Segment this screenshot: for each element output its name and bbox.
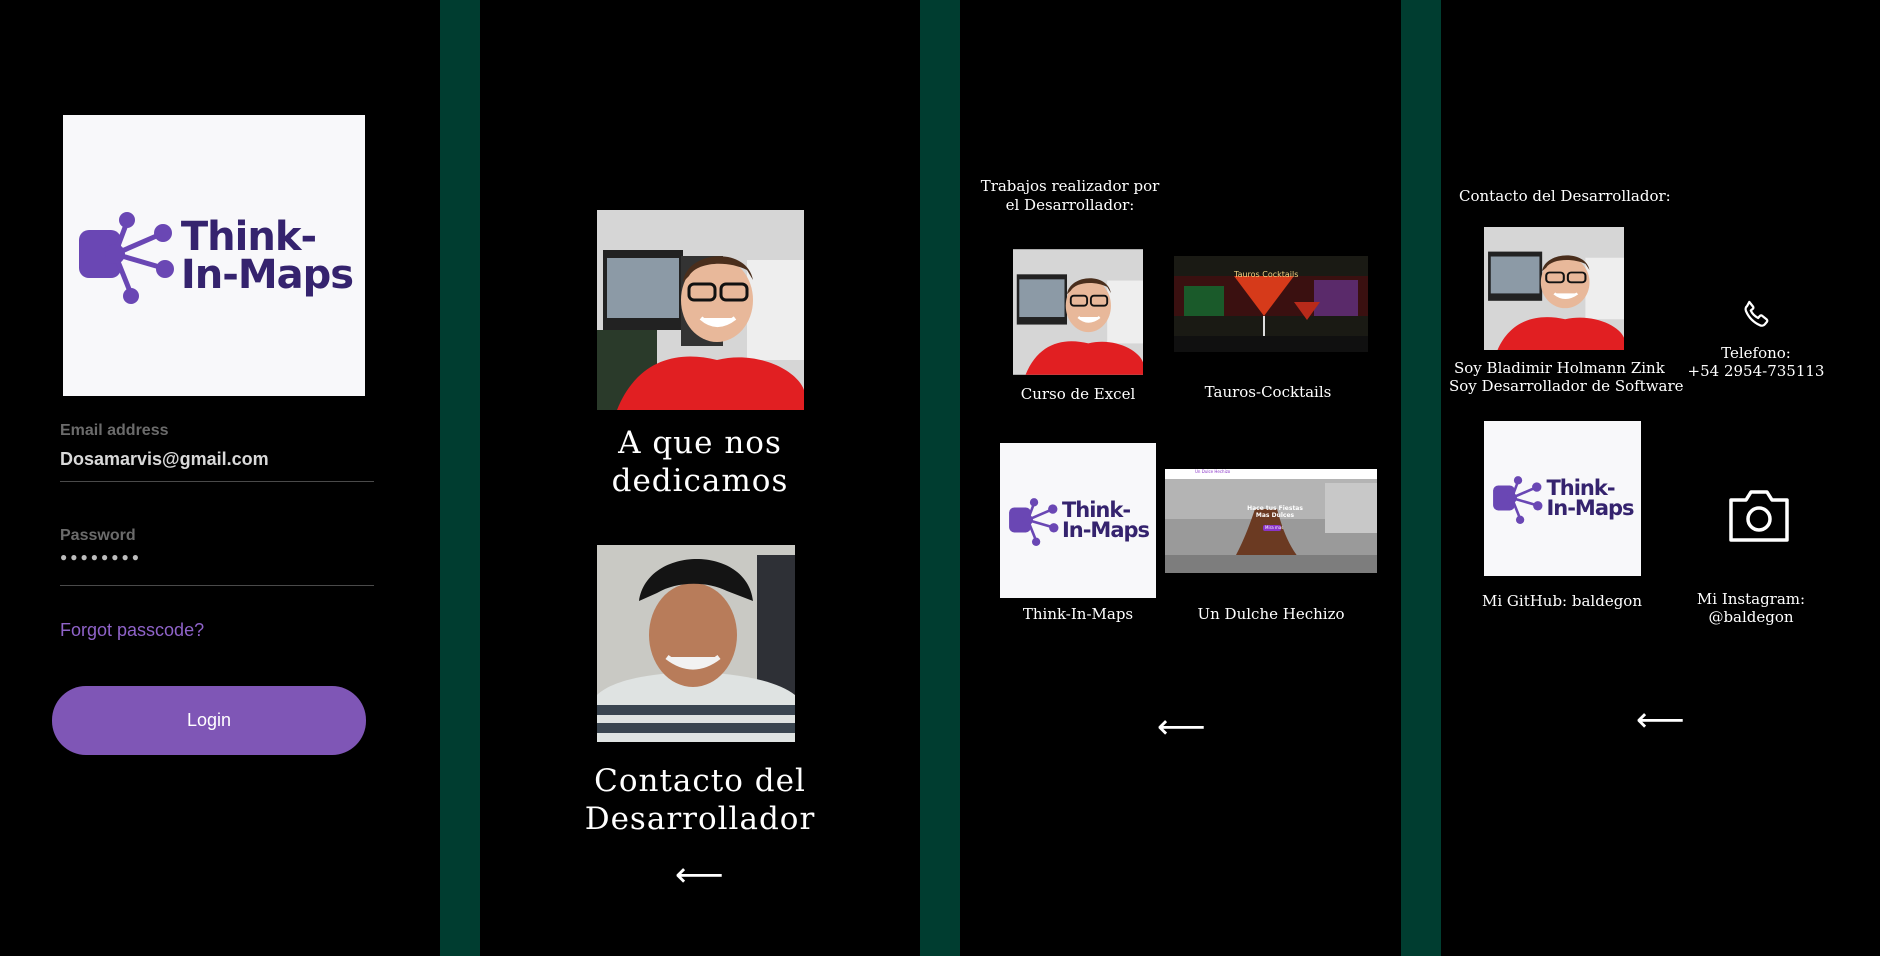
panel-separator <box>440 0 480 956</box>
menu-item-contact[interactable]: Contacto del Desarrollador <box>575 762 825 838</box>
github-label[interactable]: Mi GitHub: baldegon <box>1462 592 1662 610</box>
work-thumb-dulce-hechizo[interactable]: Un Dulce Hechizo Hace tus Fiestas Mas Du… <box>1165 469 1377 573</box>
email-underline <box>60 481 374 482</box>
network-logo-icon <box>78 211 174 304</box>
instagram-label: Mi Instagram: <box>1696 590 1806 608</box>
password-field[interactable]: ●●●●●●●● <box>60 550 142 564</box>
phone-label: Telefono: <box>1721 344 1791 362</box>
developer-photo-image <box>597 210 804 410</box>
email-label: Email address <box>60 422 169 439</box>
forgot-passcode-link[interactable]: Forgot passcode? <box>60 620 204 641</box>
contact-heading: Contacto del Desarrollador: <box>1459 187 1671 205</box>
work-thumb-excel[interactable] <box>1013 248 1143 376</box>
phone-value[interactable]: +54 2954-735113 <box>1676 362 1836 380</box>
excel-course-image <box>1013 249 1143 375</box>
menu-panel: A que nos dedicamos Contacto del Desarro… <box>480 0 920 956</box>
dulce-thumb-button: Mira mas <box>1265 525 1284 530</box>
developer-portrait-image <box>1484 227 1624 350</box>
dulce-thumb-brand: Un Dulce Hechizo <box>1195 469 1231 474</box>
network-logo-icon <box>1009 497 1059 546</box>
menu-item-what-we-do[interactable]: A que nos dedicamos <box>590 424 810 500</box>
phone-icon[interactable] <box>1740 297 1774 331</box>
work-thumb-tauros[interactable]: Tauros Cocktails <box>1174 256 1368 352</box>
password-underline <box>60 585 374 586</box>
work-label-think-in-maps: Think-In-Maps <box>1022 605 1134 623</box>
logo-line-2: In-Maps <box>180 251 354 298</box>
network-logo-icon <box>1493 475 1543 524</box>
github-logo-card[interactable]: Think- In-Maps <box>1484 421 1641 576</box>
app-logo: Think- In-Maps <box>63 115 365 396</box>
works-heading: Trabajos realizador por el Desarrollador… <box>980 177 1160 214</box>
work-label-dulce-hechizo: Un Dulche Hechizo <box>1197 605 1345 623</box>
password-label: Password <box>60 527 136 544</box>
panel-separator <box>920 0 960 956</box>
camera-icon[interactable] <box>1726 486 1792 546</box>
email-field[interactable]: Dosamarvis@gmail.com <box>60 449 269 470</box>
menu-photo-developer[interactable] <box>597 210 804 410</box>
panel-separator <box>1401 0 1441 956</box>
work-thumb-think-in-maps[interactable]: Think- In-Maps <box>1000 443 1156 598</box>
contact-photo <box>1484 227 1624 350</box>
back-arrow-icon[interactable]: ⟵ <box>1157 710 1206 744</box>
bio-line-2: Soy Desarrollador de Software <box>1449 377 1684 395</box>
dulce-thumb-text: Hace tus Fiestas Mas Dulces <box>1247 505 1303 519</box>
works-panel: Trabajos realizador por el Desarrollador… <box>960 0 1401 956</box>
back-arrow-icon[interactable]: ⟵ <box>675 858 724 892</box>
login-panel: Think- In-Maps Email address Dosamarvis@… <box>0 0 440 956</box>
contact-photo-image <box>597 545 795 742</box>
menu-photo-contact[interactable] <box>597 545 795 742</box>
github-logo-line-2: In-Maps <box>1546 495 1634 520</box>
contact-panel: Contacto del Desarrollador: Soy Bladimir… <box>1441 0 1880 956</box>
work-label-tauros: Tauros-Cocktails <box>1204 383 1332 401</box>
dulce-hechizo-image <box>1165 469 1377 573</box>
login-button[interactable]: Login <box>52 686 366 755</box>
tauros-thumb-title: Tauros Cocktails <box>1234 270 1299 279</box>
thumb-logo-line-2: In-Maps <box>1061 517 1150 542</box>
instagram-value[interactable]: @baldegon <box>1681 608 1821 626</box>
bio-line-1: Soy Bladimir Holmann Zink <box>1454 359 1665 377</box>
work-label-excel: Curso de Excel <box>1020 385 1136 403</box>
back-arrow-icon[interactable]: ⟵ <box>1636 703 1685 737</box>
logo-line-1: Think- <box>180 213 317 260</box>
